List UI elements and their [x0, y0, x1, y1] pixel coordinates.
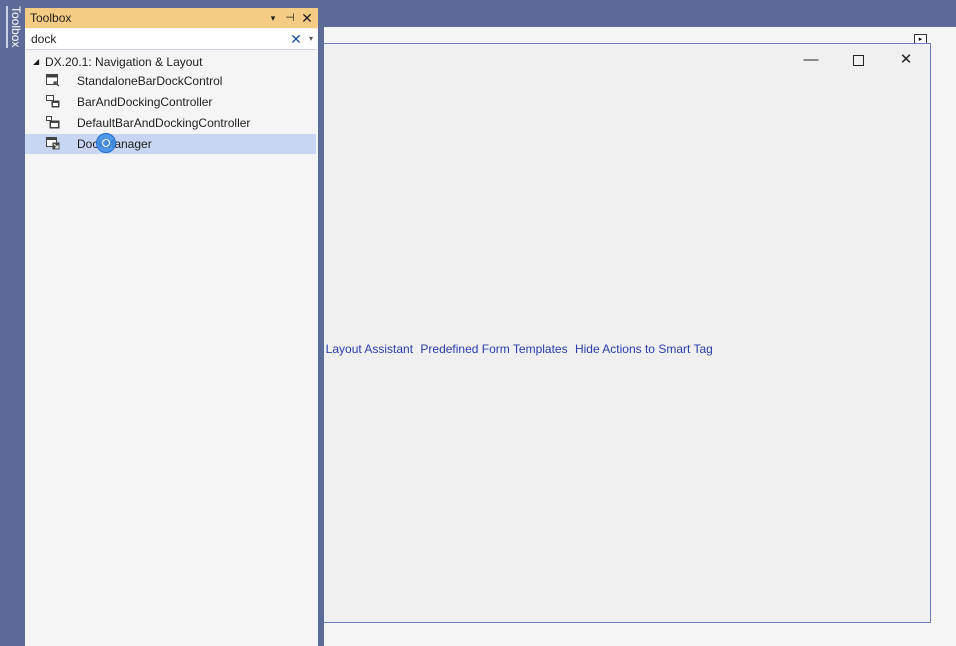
designer-action-links: t Layout Assistant Predefined Form Templ…: [319, 342, 717, 356]
toolbox-header[interactable]: Toolbox ▾ ⊣ ✕: [25, 8, 318, 28]
item-label: StandaloneBarDockControl: [77, 74, 223, 88]
minimize-icon[interactable]: —: [795, 51, 827, 69]
toolbox-items-list: ◢ DX.20.1: Navigation & Layout Standalon…: [25, 51, 318, 646]
toolbox-group-header[interactable]: ◢ DX.20.1: Navigation & Layout: [25, 53, 318, 71]
close-icon[interactable]: ✕: [300, 10, 314, 26]
clear-search-icon[interactable]: ✕: [289, 30, 303, 48]
pin-icon[interactable]: ⊣: [283, 10, 297, 26]
toolbox-title: Toolbox: [30, 11, 72, 25]
toolbox-side-tab[interactable]: Toolbox: [9, 6, 23, 50]
item-label: DefaultBarAndDockingController: [77, 116, 251, 130]
toolbox-item-standalone-bar-dock-control[interactable]: StandaloneBarDockControl: [25, 71, 316, 91]
close-icon[interactable]: ✕: [890, 51, 922, 69]
toolbox-item-dock-manager[interactable]: DockManager: [25, 134, 316, 154]
toolbox-item-default-bar-and-docking-controller[interactable]: DefaultBarAndDockingController: [25, 113, 316, 133]
predefined-form-templates-link[interactable]: Predefined Form Templates: [420, 342, 567, 356]
maximize-icon[interactable]: [842, 51, 874, 69]
hide-actions-link[interactable]: Hide Actions to Smart Tag: [575, 342, 713, 356]
group-label: DX.20.1: Navigation & Layout: [45, 55, 203, 69]
search-input[interactable]: [31, 31, 271, 47]
toolbox-tab-indicator: [6, 6, 8, 48]
toolbox-panel: Toolbox ▾ ⊣ ✕ ✕ ▾ ◢ DX.20.1: Navigation …: [25, 8, 318, 646]
default-bar-docking-controller-icon: [46, 116, 60, 129]
standalone-bar-dock-icon: [46, 74, 60, 87]
item-label: BarAndDockingController: [77, 95, 213, 109]
window-position-dropdown-icon[interactable]: ▾: [266, 10, 280, 26]
toolbox-splitter[interactable]: [318, 8, 324, 646]
toolbox-search: ✕ ▾: [26, 29, 317, 50]
expand-arrow-icon[interactable]: ◢: [33, 55, 39, 69]
autohide-strip: Toolbox: [0, 0, 25, 646]
dock-manager-icon: [46, 137, 60, 150]
mouse-cursor-indicator: [96, 133, 116, 153]
document-tab-area: [318, 0, 956, 27]
bar-docking-controller-icon: [46, 95, 60, 108]
toolbox-item-bar-and-docking-controller[interactable]: BarAndDockingController: [25, 92, 316, 112]
search-options-dropdown-icon[interactable]: ▾: [306, 30, 316, 48]
form-design-window[interactable]: — ✕ t Layout Assistant Predefined Form T…: [318, 43, 931, 623]
layout-assistant-link[interactable]: t Layout Assistant: [319, 342, 413, 356]
